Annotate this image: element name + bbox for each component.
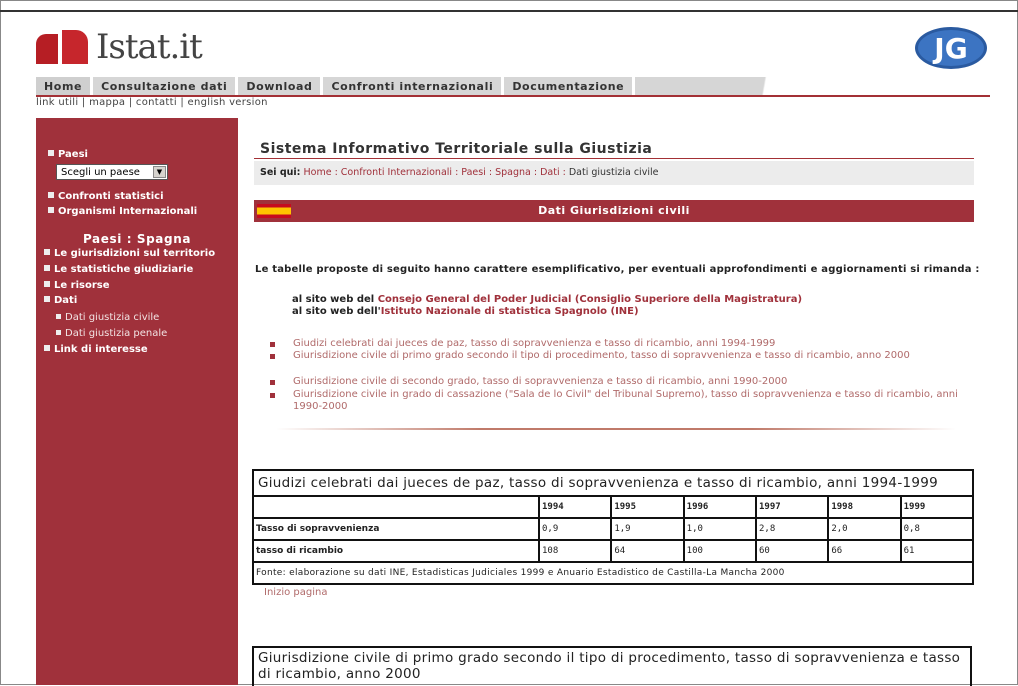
sidebar-item-dati-civile[interactable]: Dati giustizia civile <box>56 312 159 323</box>
tab-consultazione-dati[interactable]: Consultazione dati <box>93 77 239 95</box>
table-corner-cell <box>252 495 540 519</box>
square-bullet-icon <box>48 192 54 198</box>
square-bullet-icon <box>270 342 275 347</box>
istat-logo[interactable]: Istat.it <box>36 27 203 67</box>
table-cell: 2,0 <box>827 517 902 541</box>
square-bullet-icon <box>56 314 61 319</box>
tab-confronti-internazionali[interactable]: Confronti internazionali <box>323 77 505 95</box>
square-bullet-icon <box>270 393 275 398</box>
sidebar-item-organismi[interactable]: Organismi Internazionali <box>48 206 197 217</box>
site-reference-ine: al sito web dell'Istituto Nazionale di s… <box>292 306 639 317</box>
year-header: 1996 <box>682 495 757 519</box>
square-bullet-icon <box>44 345 50 351</box>
table-cell: 108 <box>537 539 613 563</box>
square-bullet-icon <box>48 207 54 213</box>
breadcrumb: Sei qui: Home : Confronti Internazionali… <box>254 161 974 185</box>
sidebar-item-link-interesse[interactable]: Link di interesse <box>44 344 148 355</box>
title-underline <box>254 158 974 159</box>
table-header-row: 1994 1995 1996 1997 1998 1999 <box>252 495 975 519</box>
table-caption: Giudizi celebrati dai jueces de paz, tas… <box>252 469 974 497</box>
breadcrumb-links[interactable]: Home : Confronti Internazionali : Paesi … <box>304 167 566 178</box>
link-ine[interactable]: Istituto Nazionale di statistica Spagnol… <box>381 306 639 317</box>
intro-text: Le tabelle proposte di seguito hanno car… <box>255 264 980 275</box>
square-bullet-icon <box>56 330 61 335</box>
link-cgpj[interactable]: Consejo General del Poder Judicial (Cons… <box>378 294 802 305</box>
square-bullet-icon <box>44 296 50 302</box>
section-divider <box>276 428 956 430</box>
back-to-top-link[interactable]: Inizio pagina <box>264 587 327 598</box>
row-label: Tasso di sopravvenienza <box>252 517 540 541</box>
top-rule <box>0 10 1018 12</box>
logo-text: Istat.it <box>96 27 203 67</box>
tab-home[interactable]: Home <box>36 77 94 95</box>
table-cell: 1,9 <box>610 517 685 541</box>
svg-text:JG: JG <box>932 32 967 65</box>
data-table-jueces-de-paz: Giudizi celebrati dai jueces de paz, tas… <box>252 469 975 585</box>
square-bullet-icon <box>44 249 50 255</box>
sidebar-heading: Paesi : Spagna <box>82 232 192 246</box>
sidebar-item-confronti[interactable]: Confronti statistici <box>48 191 164 202</box>
table2-caption: Giurisdizione civile di primo grado seco… <box>252 646 972 686</box>
banner-title: Dati Giurisdizioni civili <box>538 204 690 217</box>
istat-logo-icon <box>36 30 92 64</box>
sidebar-item-paesi[interactable]: Paesi <box>48 149 88 160</box>
year-header: 1995 <box>610 495 685 519</box>
chevron-down-icon[interactable]: ▼ <box>153 166 166 178</box>
table-cell: 0,8 <box>899 517 975 541</box>
table-cell: 60 <box>754 539 830 563</box>
table-cell: 66 <box>827 539 902 563</box>
main-nav: Home Consultazione dati Download Confron… <box>36 77 806 95</box>
tab-download[interactable]: Download <box>238 77 324 95</box>
year-header: 1999 <box>899 495 975 519</box>
sidebar: Paesi Scegli un paese ▼ Confronti statis… <box>36 118 238 685</box>
table-cell: 61 <box>899 539 975 563</box>
sidebar-item-statistiche[interactable]: Le statistiche giudiziarie <box>44 264 193 275</box>
square-bullet-icon <box>270 380 275 385</box>
sidebar-item-giurisdizioni[interactable]: Le giurisdizioni sul territorio <box>44 248 215 259</box>
sidebar-item-dati-penale[interactable]: Dati giustizia penale <box>56 328 167 339</box>
table-cell: 0,9 <box>537 517 613 541</box>
table-row: tasso di ricambio 108 64 100 60 66 61 <box>252 539 975 563</box>
sitg-logo-icon: JG <box>915 27 987 69</box>
table-source-note: Fonte: elaborazione su dati INE, Estadis… <box>252 561 974 585</box>
year-header: 1998 <box>827 495 902 519</box>
year-header: 1997 <box>754 495 830 519</box>
sidebar-item-dati[interactable]: Dati <box>44 295 77 306</box>
square-bullet-icon <box>270 354 275 359</box>
table-cell: 2,8 <box>754 517 830 541</box>
tab-documentazione[interactable]: Documentazione <box>504 77 636 95</box>
section-banner: Dati Giurisdizioni civili <box>254 200 974 222</box>
square-bullet-icon <box>44 265 50 271</box>
year-header: 1994 <box>537 495 613 519</box>
sidebar-item-risorse[interactable]: Le risorse <box>44 280 109 291</box>
site-reference-cgpj: al sito web del Consejo General del Pode… <box>292 294 803 305</box>
table-cell: 1,0 <box>682 517 757 541</box>
breadcrumb-current: Dati giustizia civile <box>568 167 659 178</box>
breadcrumb-label: Sei qui: <box>260 167 301 178</box>
square-bullet-icon <box>44 281 50 287</box>
table-cell: 100 <box>682 539 757 563</box>
square-bullet-icon <box>48 150 54 156</box>
table-cell: 64 <box>610 539 685 563</box>
table-row: Tasso di sopravvenienza 0,9 1,9 1,0 2,8 … <box>252 517 975 541</box>
row-label: tasso di ricambio <box>252 539 540 563</box>
country-select[interactable]: Scegli un paese ▼ <box>56 164 168 180</box>
utility-links[interactable]: link utili | mappa | contatti | english … <box>36 97 268 108</box>
page-title: Sistema Informativo Territoriale sulla G… <box>260 141 653 157</box>
tabs-tail <box>635 77 806 95</box>
